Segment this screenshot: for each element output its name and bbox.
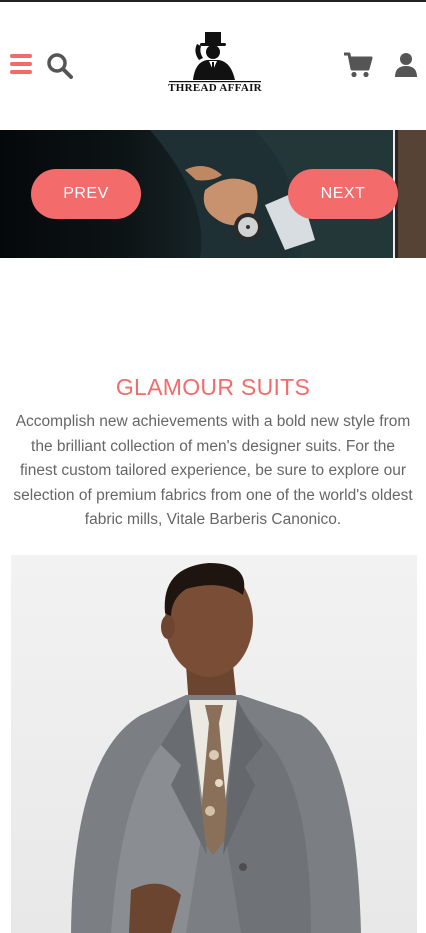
- section-description: Accomplish new achievements with a bold …: [13, 413, 413, 528]
- brand-logo[interactable]: THREAD AFFAIR: [163, 30, 267, 98]
- section-title: GLAMOUR SUITS: [115, 374, 311, 400]
- product-image-suit-model[interactable]: [11, 555, 417, 933]
- search-icon[interactable]: [46, 52, 74, 80]
- prev-button[interactable]: PREV: [31, 169, 141, 219]
- cart-icon[interactable]: [343, 51, 373, 79]
- brand-logo-text: THREAD AFFAIR: [168, 82, 262, 94]
- hamburger-menu-icon[interactable]: [10, 54, 34, 76]
- user-icon[interactable]: [394, 51, 418, 79]
- site-header: THREAD AFFAIR: [0, 2, 426, 130]
- next-button[interactable]: NEXT: [288, 169, 398, 219]
- hero-slider: PREV NEXT: [0, 130, 426, 258]
